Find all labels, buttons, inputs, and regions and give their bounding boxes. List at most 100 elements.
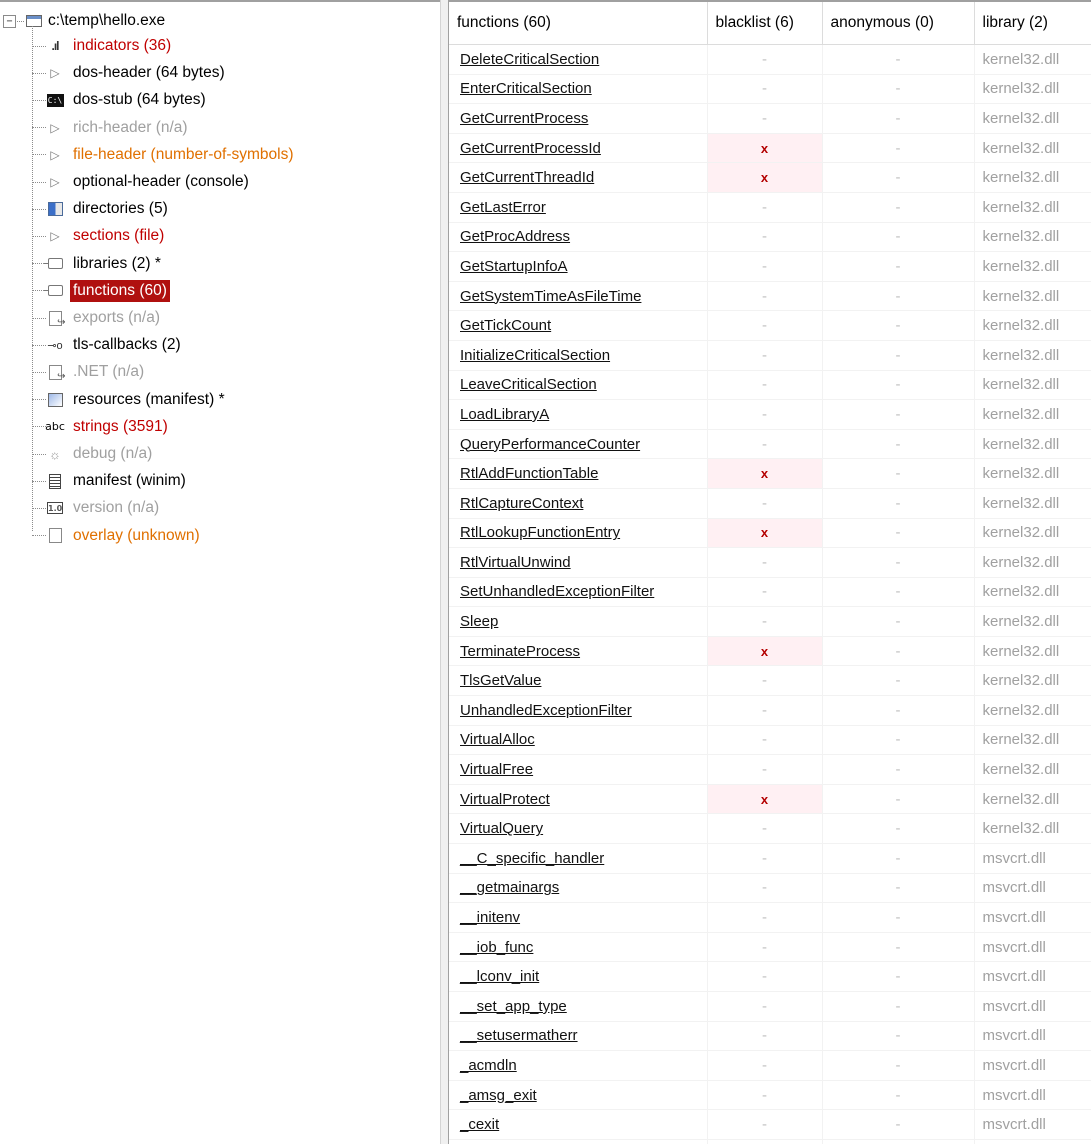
table-row[interactable]: _cexit - - msvcrt.dll (449, 1109, 1091, 1140)
function-name-link[interactable]: TerminateProcess (460, 643, 580, 660)
function-name-cell[interactable]: RtlLookupFunctionEntry (449, 518, 708, 549)
function-name-cell[interactable]: QueryPerformanceCounter (449, 429, 708, 460)
function-name-cell[interactable]: __set_app_type (449, 991, 708, 1022)
table-row[interactable]: __C_specific_handler - - msvcrt.dll (449, 843, 1091, 874)
function-name-cell[interactable]: GetSystemTimeAsFileTime (449, 281, 708, 312)
table-row[interactable]: GetStartupInfoA - - kernel32.dll (449, 251, 1091, 282)
tree-item-indicators[interactable]: .ıl indicators (36) (32, 33, 174, 59)
tree-item-net[interactable]: .NET (n/a) (32, 359, 147, 385)
function-name-cell[interactable]: TlsGetValue (449, 665, 708, 697)
header-library[interactable]: library (2) (974, 2, 1091, 45)
function-name-link[interactable]: GetLastError (460, 199, 546, 216)
header-functions[interactable]: functions (60) (449, 2, 708, 45)
function-name-link[interactable]: GetStartupInfoA (460, 258, 568, 275)
function-name-link[interactable]: Sleep (460, 613, 498, 630)
tree-item-libraries[interactable]: libraries (2) * (32, 251, 164, 277)
table-row[interactable]: QueryPerformanceCounter - - kernel32.dll (449, 429, 1091, 460)
function-name-link[interactable]: GetTickCount (460, 317, 551, 334)
function-name-link[interactable]: __getmainargs (460, 879, 559, 896)
table-row[interactable]: RtlLookupFunctionEntry x - kernel32.dll (449, 518, 1091, 549)
function-name-cell[interactable]: RtlVirtualUnwind (449, 547, 708, 578)
function-name-cell[interactable]: LoadLibraryA (449, 399, 708, 430)
function-name-cell[interactable]: TerminateProcess (449, 636, 708, 667)
function-name-link[interactable]: RtlCaptureContext (460, 495, 583, 512)
function-name-link[interactable]: __lconv_init (460, 968, 539, 985)
tree-item-sections[interactable]: ▷ sections (file) (32, 223, 167, 249)
function-name-cell[interactable]: RtlCaptureContext (449, 488, 708, 519)
tree-item-dos-header[interactable]: ▷ dos-header (64 bytes) (32, 60, 228, 86)
function-name-cell[interactable]: DeleteCriticalSection (449, 44, 708, 75)
table-row[interactable]: LoadLibraryA - - kernel32.dll (449, 399, 1091, 430)
function-name-link[interactable]: GetCurrentProcessId (460, 140, 601, 157)
function-name-link[interactable]: __setusermatherr (460, 1027, 578, 1044)
table-row[interactable]: RtlVirtualUnwind - - kernel32.dll (449, 547, 1091, 578)
function-name-cell[interactable]: __iob_func (449, 932, 708, 963)
tree-item-resources[interactable]: resources (manifest) * (32, 387, 228, 413)
function-name-link[interactable]: _acmdln (460, 1057, 517, 1074)
tree-item-tls-callbacks[interactable]: ⊸o tls-callbacks (2) (32, 332, 184, 358)
tree-item-rich-header[interactable]: ▷ rich-header (n/a) (32, 115, 191, 141)
function-name-link[interactable]: GetCurrentThreadId (460, 169, 594, 186)
table-row[interactable]: TlsGetValue - - kernel32.dll (449, 665, 1091, 697)
collapse-icon[interactable]: − (3, 14, 16, 28)
function-name-cell[interactable]: GetCurrentProcessId (449, 133, 708, 164)
tree-item-overlay[interactable]: overlay (unknown) (32, 523, 203, 549)
function-name-cell[interactable]: __lconv_init (449, 961, 708, 992)
tree-pane[interactable]: − c:\temp\hello.exe .ıl indicators (36) ▷ d… (0, 0, 440, 1144)
function-name-link[interactable]: GetSystemTimeAsFileTime (460, 288, 641, 305)
table-row[interactable]: GetSystemTimeAsFileTime - - kernel32.dll (449, 281, 1091, 312)
table-row[interactable]: __getmainargs - - msvcrt.dll (449, 873, 1091, 904)
function-name-link[interactable]: RtlAddFunctionTable (460, 465, 598, 482)
table-row[interactable]: GetProcAddress - - kernel32.dll (449, 222, 1091, 253)
function-name-link[interactable]: __iob_func (460, 939, 533, 956)
tree-item-optional-header[interactable]: ▷ optional-header (console) (32, 169, 252, 195)
function-name-link[interactable]: GetProcAddress (460, 228, 570, 245)
function-name-cell[interactable]: GetCurrentThreadId (449, 162, 708, 193)
table-row[interactable]: _amsg_exit - - msvcrt.dll (449, 1080, 1091, 1111)
function-name-cell[interactable]: VirtualAlloc (449, 725, 708, 756)
function-name-link[interactable]: TlsGetValue (460, 672, 541, 689)
table-row[interactable]: Sleep - - kernel32.dll (449, 606, 1091, 637)
function-name-cell[interactable]: SetUnhandledExceptionFilter (449, 577, 708, 608)
table-row[interactable]: VirtualQuery - - kernel32.dll (449, 813, 1091, 845)
table-row[interactable]: EnterCriticalSection - - kernel32.dll (449, 74, 1091, 105)
functions-table-pane[interactable]: functions (60) blacklist (6) anonymous (… (449, 0, 1091, 1144)
function-name-cell[interactable]: VirtualFree (449, 754, 708, 785)
table-row[interactable]: DeleteCriticalSection - - kernel32.dll (449, 44, 1091, 75)
table-row[interactable]: GetTickCount - - kernel32.dll (449, 310, 1091, 341)
table-row[interactable]: __lconv_init - - msvcrt.dll (449, 961, 1091, 992)
table-row[interactable]: VirtualProtect x - kernel32.dll (449, 784, 1091, 815)
header-anonymous[interactable]: anonymous (0) (822, 2, 975, 45)
function-name-cell[interactable]: GetLastError (449, 192, 708, 223)
pane-splitter[interactable] (440, 0, 449, 1144)
table-row[interactable]: SetUnhandledExceptionFilter - - kernel32.dl… (449, 577, 1091, 608)
function-name-cell[interactable]: RtlAddFunctionTable (449, 458, 708, 489)
table-row[interactable]: GetCurrentProcess - - kernel32.dll (449, 103, 1091, 134)
function-name-cell[interactable]: _cexit (449, 1109, 708, 1140)
table-row[interactable]: LeaveCriticalSection - - kernel32.dll (449, 370, 1091, 401)
function-name-cell[interactable]: LeaveCriticalSection (449, 370, 708, 401)
function-name-cell[interactable]: VirtualQuery (449, 813, 708, 845)
table-row[interactable]: InitializeCriticalSection - - kernel32.dll (449, 340, 1091, 371)
table-row[interactable]: GetCurrentProcessId x - kernel32.dll (449, 133, 1091, 164)
table-row[interactable]: RtlCaptureContext - - kernel32.dll (449, 488, 1091, 519)
table-row[interactable]: GetCurrentThreadId x - kernel32.dll (449, 162, 1091, 193)
function-name-link[interactable]: LoadLibraryA (460, 406, 549, 423)
tree-item-directories[interactable]: directories (5) (32, 196, 171, 222)
function-name-link[interactable]: VirtualAlloc (460, 731, 535, 748)
table-row[interactable]: _fileno--msvcrt.dll (449, 1139, 1091, 1144)
function-name-link[interactable]: __set_app_type (460, 998, 567, 1015)
function-name-cell[interactable]: _fileno (449, 1139, 708, 1144)
tree-item-file-header[interactable]: ▷ file-header (number-of-symbols) (32, 142, 297, 168)
function-name-link[interactable]: QueryPerformanceCounter (460, 436, 640, 453)
table-row[interactable]: TerminateProcess x - kernel32.dll (449, 636, 1091, 667)
function-name-link[interactable]: RtlVirtualUnwind (460, 554, 571, 571)
function-name-cell[interactable]: __initenv (449, 902, 708, 933)
function-name-cell[interactable]: GetStartupInfoA (449, 251, 708, 282)
function-name-link[interactable]: _amsg_exit (460, 1087, 537, 1104)
table-row[interactable]: __initenv - - msvcrt.dll (449, 902, 1091, 933)
tree-item-manifest[interactable]: manifest (winim) (32, 468, 189, 494)
table-row[interactable]: __setusermatherr - - msvcrt.dll (449, 1021, 1091, 1052)
function-name-cell[interactable]: UnhandledExceptionFilter (449, 695, 708, 726)
function-name-link[interactable]: __initenv (460, 909, 520, 926)
